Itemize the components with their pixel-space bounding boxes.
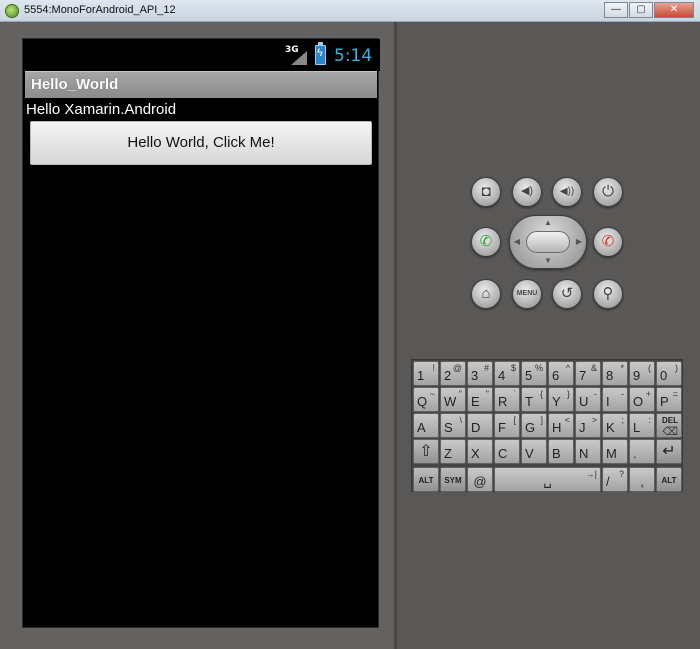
call-button[interactable]: ✆ [471, 227, 501, 257]
key-row4-2[interactable]: X [467, 439, 493, 464]
maximize-button[interactable]: ▢ [629, 2, 653, 18]
key-row3-0[interactable]: A [413, 413, 439, 438]
key-row2-6[interactable]: -U [575, 387, 601, 412]
device-screen[interactable]: 3G ϟ 5:14 Hello_World Hello Xamarin.Andr… [22, 38, 380, 628]
window-controls: — ▢ ✕ [603, 2, 694, 18]
dpad-down-icon[interactable]: ▼ [542, 256, 554, 265]
key-sym[interactable]: SYM [440, 467, 466, 492]
key-row2-4[interactable]: {T [521, 387, 547, 412]
android-app-icon [5, 4, 19, 18]
dpad-right-icon[interactable]: ▶ [573, 237, 585, 246]
key-row2-8[interactable]: + O [629, 387, 655, 412]
key-row3-9[interactable]: ⌫ DEL [656, 413, 682, 438]
key-row4-0[interactable]: ⇧ [413, 439, 439, 464]
camera-button[interactable]: ◘ [471, 177, 501, 207]
key-row3-4[interactable]: ] G [521, 413, 547, 438]
key-row3-5[interactable]: < H [548, 413, 574, 438]
key-row4-7[interactable]: M [602, 439, 628, 464]
dpad-left-icon[interactable]: ◀ [511, 237, 523, 246]
key-at[interactable]: @ [467, 467, 493, 492]
volume-up-button[interactable]: ◀)) [552, 177, 582, 207]
volume-down-button[interactable]: ◀) [512, 177, 542, 207]
key-slash[interactable]: ? / [602, 467, 628, 492]
key-row4-8[interactable]: . [629, 439, 655, 464]
key-row2-0[interactable]: ~ Q [413, 387, 439, 412]
key-row4-3[interactable]: C [494, 439, 520, 464]
back-button[interactable]: ↺ [552, 279, 582, 309]
key-row4-6[interactable]: N [575, 439, 601, 464]
hello-world-button[interactable]: Hello World, Click Me! [30, 121, 372, 165]
key-row1-4[interactable]: % 5 [521, 361, 547, 386]
key-row2-7[interactable]: -I [602, 387, 628, 412]
key-alt-right[interactable]: ALT [656, 467, 682, 492]
key-row4-5[interactable]: B [548, 439, 574, 464]
network-type-label: 3G [285, 45, 299, 55]
window-title: 5554:MonoForAndroid_API_12 [24, 4, 176, 16]
key-row1-1[interactable]: @2 [440, 361, 466, 386]
end-call-button[interactable]: ✆ [593, 227, 623, 257]
dpad-center-button[interactable] [526, 231, 570, 253]
key-row2-5[interactable]: } Y [548, 387, 574, 412]
key-row2-9[interactable]: = P [656, 387, 682, 412]
key-row1-6[interactable]: & 7 [575, 361, 601, 386]
action-bar-title: Hello_World [31, 76, 119, 93]
status-bar: 3G ϟ 5:14 [23, 39, 380, 71]
key-comma[interactable]: , [629, 467, 655, 492]
status-clock: 5:14 [334, 46, 373, 66]
action-bar: Hello_World [25, 71, 377, 98]
key-space[interactable]: →| ␣ [494, 467, 601, 492]
minimize-button[interactable]: — [604, 2, 628, 18]
network-signal-icon: 3G [285, 45, 307, 65]
key-row2-3[interactable]: ` R [494, 387, 520, 412]
search-button[interactable]: ⚲ [593, 279, 623, 309]
dpad-up-icon[interactable]: ▲ [542, 218, 554, 227]
key-row1-0[interactable]: ! 1 [413, 361, 439, 386]
key-row3-8[interactable]: :L [629, 413, 655, 438]
key-alt-left[interactable]: ALT [413, 467, 439, 492]
emulator-controls-panel [397, 22, 700, 649]
key-row1-8[interactable]: (9 [629, 361, 655, 386]
key-row3-2[interactable]: D [467, 413, 493, 438]
key-row4-4[interactable]: V [521, 439, 547, 464]
power-button[interactable]: ⏻ [593, 177, 623, 207]
home-button[interactable]: ⌂ [471, 279, 501, 309]
close-button[interactable]: ✕ [654, 2, 694, 18]
key-row1-5[interactable]: ^ 6 [548, 361, 574, 386]
key-row1-2[interactable]: #3 [467, 361, 493, 386]
key-row3-6[interactable]: > J [575, 413, 601, 438]
menu-button[interactable]: MENU [512, 279, 542, 309]
key-row3-7[interactable]: ; K [602, 413, 628, 438]
key-row2-1[interactable]: " W [440, 387, 466, 412]
hello-text-label: Hello Xamarin.Android [26, 101, 177, 118]
key-row4-9[interactable]: ↵ [656, 439, 682, 464]
key-row2-2[interactable]: " E [467, 387, 493, 412]
emulator-keyboard: ! 1 @2 #3 $4% 5 ^ 6 & 7 * 8(9) 0 ~ Q " W " E ` R{T} Y - U - I + O = P… [411, 359, 683, 492]
key-row1-9[interactable]: ) 0 [656, 361, 682, 386]
window-titlebar: 5554:MonoForAndroid_API_12 — ▢ ✕ [0, 0, 700, 22]
key-row3-3[interactable]: [F [494, 413, 520, 438]
key-row1-3[interactable]: $4 [494, 361, 520, 386]
key-row3-1[interactable]: \ S [440, 413, 466, 438]
battery-charging-icon: ϟ [315, 42, 326, 65]
key-row1-7[interactable]: * 8 [602, 361, 628, 386]
key-row4-1[interactable]: Z [440, 439, 466, 464]
